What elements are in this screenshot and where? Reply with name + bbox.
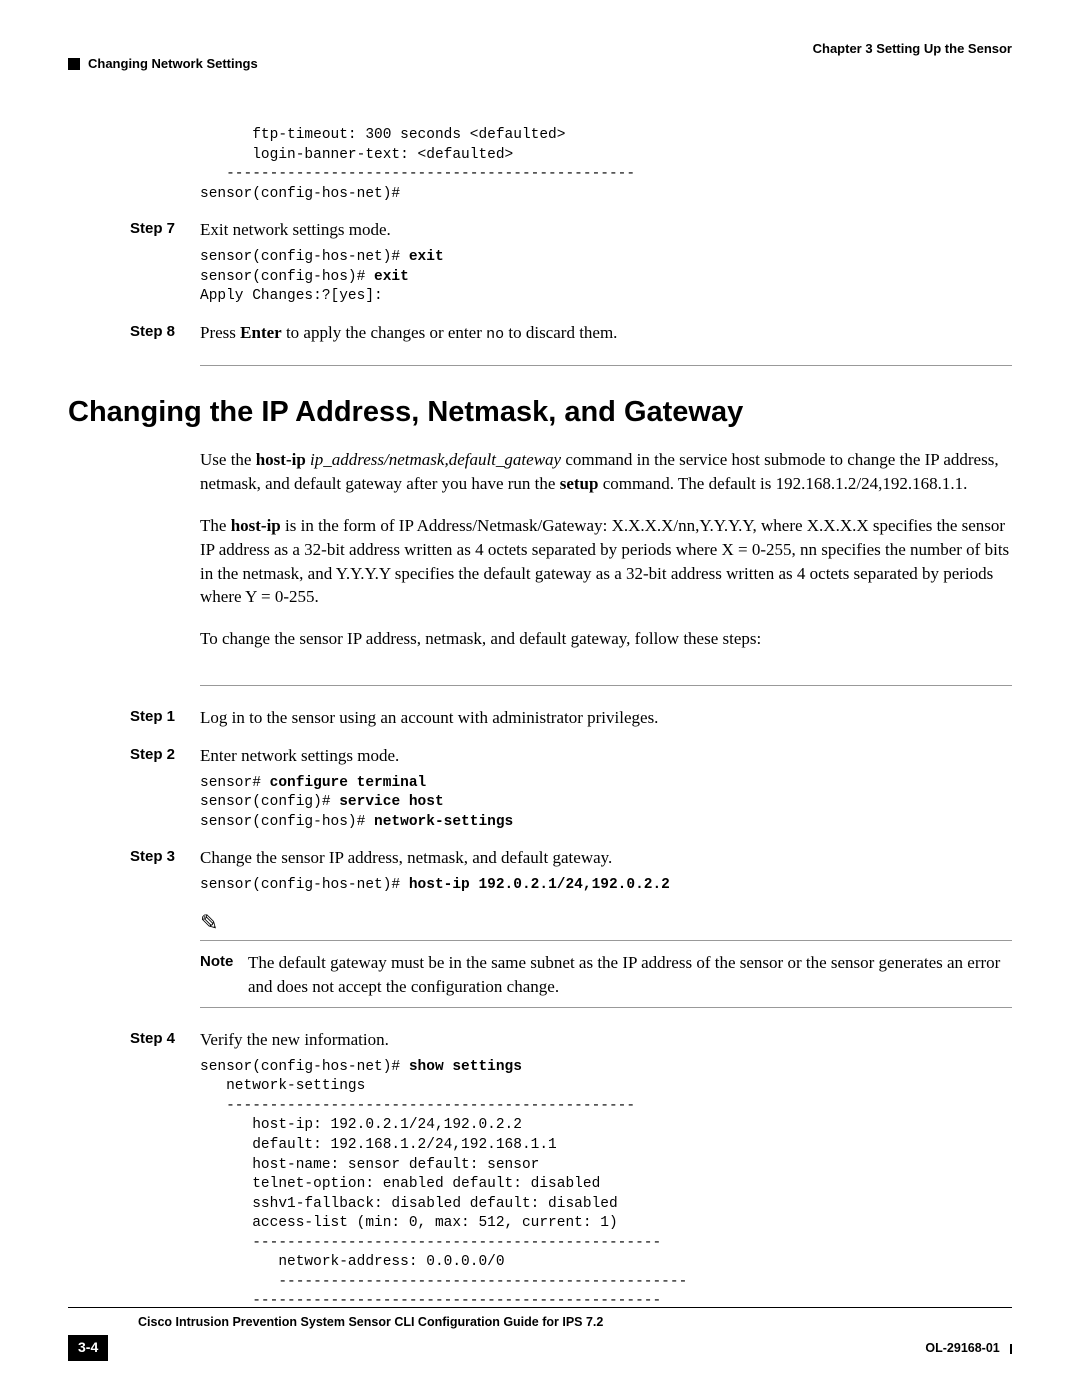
- note-label: Note: [200, 951, 248, 972]
- step-text: Press Enter to apply the changes or ente…: [200, 321, 1012, 345]
- code-block: sensor(config-hos-net)# show settings ne…: [200, 1058, 1012, 1312]
- footer-marker-icon: [1010, 1344, 1012, 1354]
- step-text: Log in to the sensor using an account wi…: [200, 706, 1012, 730]
- step-label: Step 1: [68, 706, 200, 730]
- page-footer: Cisco Intrusion Prevention System Sensor…: [68, 1307, 1012, 1361]
- footer-guide-title: Cisco Intrusion Prevention System Sensor…: [138, 1314, 1012, 1332]
- step: Step 7Exit network settings mode.: [68, 218, 1012, 242]
- code-block: sensor(config-hos-net)# host-ip 192.0.2.…: [200, 876, 1012, 896]
- step: Step 3Change the sensor IP address, netm…: [68, 846, 1012, 870]
- divider: [200, 685, 1012, 686]
- doc-id: OL-29168-01: [925, 1341, 999, 1355]
- step-text: Verify the new information.: [200, 1028, 1012, 1052]
- step-text: Exit network settings mode.: [200, 218, 1012, 242]
- note-text: The default gateway must be in the same …: [248, 951, 1012, 999]
- heading-section: Changing the IP Address, Netmask, and Ga…: [68, 392, 1012, 433]
- step: Step 1Log in to the sensor using an acco…: [68, 706, 1012, 730]
- header-marker-icon: [68, 58, 80, 70]
- step-label: Step 3: [68, 846, 200, 870]
- step-label: Step 2: [68, 744, 200, 768]
- page-number: 3-4: [68, 1335, 108, 1361]
- body-paragraph: To change the sensor IP address, netmask…: [200, 627, 1012, 651]
- footer-rule: [68, 1307, 1012, 1308]
- step-text: Enter network settings mode.: [200, 744, 1012, 768]
- step: Step 2Enter network settings mode.: [68, 744, 1012, 768]
- divider: [200, 365, 1012, 366]
- note-icon: ✎: [200, 908, 1012, 939]
- body-paragraph: Use the host-ip ip_address/netmask,defau…: [200, 448, 1012, 496]
- section-title: Changing Network Settings: [88, 55, 258, 73]
- code-block: sensor# configure terminal sensor(config…: [200, 774, 1012, 833]
- section-header: Changing Network Settings: [68, 55, 1012, 73]
- code-block: sensor(config-hos-net)# exit sensor(conf…: [200, 248, 1012, 307]
- step: Step 4Verify the new information.: [68, 1028, 1012, 1052]
- step: Step 8Press Enter to apply the changes o…: [68, 321, 1012, 345]
- note: NoteThe default gateway must be in the s…: [200, 951, 1012, 999]
- step-text: Change the sensor IP address, netmask, a…: [200, 846, 1012, 870]
- code-block-top: ftp-timeout: 300 seconds <defaulted> log…: [200, 126, 1012, 204]
- body-paragraph: The host-ip is in the form of IP Address…: [200, 514, 1012, 609]
- step-label: Step 8: [68, 321, 200, 345]
- step-label: Step 4: [68, 1028, 200, 1052]
- page-content: ftp-timeout: 300 seconds <defaulted> log…: [68, 120, 1012, 1297]
- step-label: Step 7: [68, 218, 200, 242]
